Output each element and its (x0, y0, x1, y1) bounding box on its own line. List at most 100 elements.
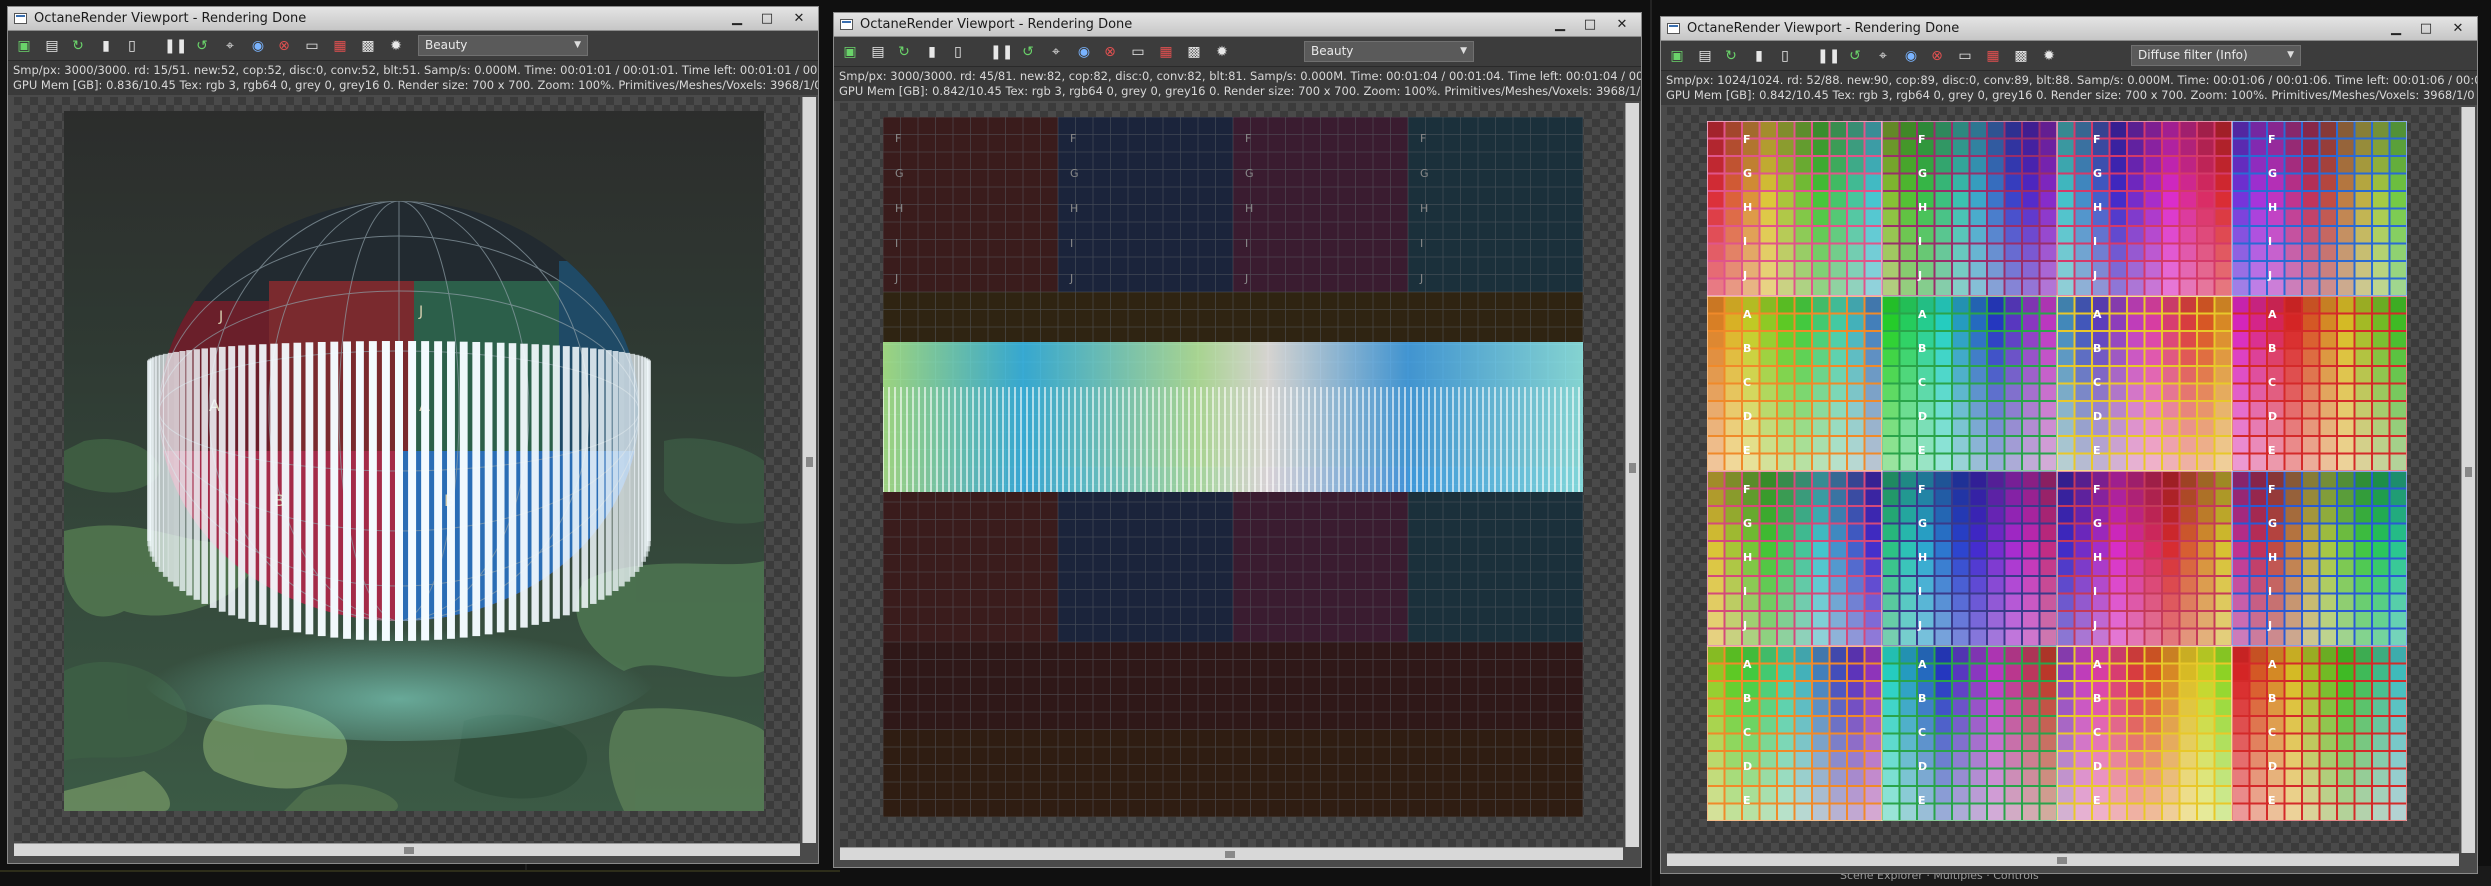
uv-cell (1813, 367, 1829, 383)
uv-cell (2320, 332, 2336, 348)
clay-mode-icon[interactable]: ⊗ (274, 36, 294, 56)
uv-cell (2303, 787, 2319, 803)
render-pass-select[interactable]: Beauty ▼ (418, 35, 588, 56)
render-region-icon[interactable]: ▣ (840, 42, 860, 62)
vertical-scrollbar[interactable] (802, 97, 816, 843)
octane-viewport-window-2[interactable]: OctaneRender Viewport - Rendering Done ▁… (833, 12, 1642, 868)
render-canvas[interactable]: FGHIJFGHIJFGHIJFGHIJABCDEABCDEABCDEABCDE… (1667, 107, 2459, 853)
tile-letter: D (1918, 410, 1927, 423)
scroll-thumb[interactable] (806, 457, 813, 467)
minimize-button[interactable]: ▁ (724, 10, 750, 26)
reload-icon[interactable]: ↺ (192, 36, 212, 56)
render-canvas[interactable]: FGHIJFGHIJFGHIJFGHIJ (840, 103, 1623, 847)
uv-cell (2198, 507, 2214, 523)
unlock-icon[interactable]: ▯ (948, 42, 968, 62)
focus-picker-icon[interactable]: ⌖ (1873, 46, 1893, 66)
uv-cell (2355, 244, 2371, 260)
uv-cell (1970, 787, 1986, 803)
settings-icon[interactable]: ▩ (2011, 46, 2031, 66)
film-region-icon[interactable]: ▦ (330, 36, 350, 56)
scroll-thumb[interactable] (2465, 467, 2472, 477)
unlock-icon[interactable]: ▯ (122, 36, 142, 56)
film-region-icon[interactable]: ▦ (1983, 46, 2003, 66)
minimize-button[interactable]: ▁ (1547, 16, 1573, 32)
titlebar[interactable]: OctaneRender Viewport - Rendering Done ▁… (8, 7, 818, 31)
scroll-thumb[interactable] (1225, 851, 1235, 858)
restart-icon[interactable]: ↻ (1721, 46, 1741, 66)
pause-icon[interactable]: ❚❚ (990, 42, 1013, 62)
uv-cell (1988, 279, 2004, 295)
save-icon[interactable]: ▤ (42, 36, 62, 56)
restart-icon[interactable]: ↻ (68, 36, 88, 56)
uv-cell (1848, 472, 1864, 488)
material-picker-icon[interactable]: ◉ (248, 36, 268, 56)
uv-cell (1760, 174, 1776, 190)
region-icon[interactable]: ▭ (302, 36, 322, 56)
clay-mode-icon[interactable]: ⊗ (1100, 42, 1120, 62)
lock-icon[interactable]: ▮ (922, 42, 942, 62)
gear-icon[interactable]: ✹ (1212, 42, 1232, 62)
tile-letter: F (895, 132, 901, 145)
gear-icon[interactable]: ✹ (2039, 46, 2059, 66)
horizontal-scrollbar[interactable] (840, 847, 1623, 860)
region-icon[interactable]: ▭ (1128, 42, 1148, 62)
region-icon[interactable]: ▭ (1955, 46, 1975, 66)
focus-picker-icon[interactable]: ⌖ (1046, 42, 1066, 62)
uv-cell (2390, 699, 2406, 715)
close-button[interactable]: ✕ (786, 10, 812, 26)
octane-viewport-window-1[interactable]: OctaneRender Viewport - Rendering Done ▁… (7, 6, 819, 864)
render-pass-select[interactable]: Beauty ▼ (1304, 41, 1474, 62)
close-button[interactable]: ✕ (1609, 16, 1635, 32)
save-icon[interactable]: ▤ (868, 42, 888, 62)
render-canvas[interactable]: J J A A B B (14, 97, 800, 843)
uv-cell (2128, 769, 2144, 785)
render-pass-select[interactable]: Diffuse filter (Info) ▼ (2131, 45, 2301, 66)
close-button[interactable]: ✕ (2445, 20, 2471, 36)
clay-mode-icon[interactable]: ⊗ (1927, 46, 1947, 66)
uv-cell (1813, 227, 1829, 243)
maximize-button[interactable]: □ (1577, 16, 1603, 32)
scroll-thumb[interactable] (1629, 463, 1636, 473)
pause-icon[interactable]: ❚❚ (1817, 46, 1840, 66)
render-region-icon[interactable]: ▣ (14, 36, 34, 56)
save-icon[interactable]: ▤ (1695, 46, 1715, 66)
uv-cell (1883, 594, 1899, 610)
lock-icon[interactable]: ▮ (1749, 46, 1769, 66)
uv-cell (2163, 367, 2179, 383)
uv-cell (1708, 279, 1724, 295)
octane-viewport-window-3[interactable]: OctaneRender Viewport - Rendering Done ▁… (1660, 16, 2478, 874)
focus-picker-icon[interactable]: ⌖ (220, 36, 240, 56)
vertical-scrollbar[interactable] (2461, 107, 2475, 853)
minimize-button[interactable]: ▁ (2383, 20, 2409, 36)
film-region-icon[interactable]: ▦ (1156, 42, 1176, 62)
reload-icon[interactable]: ↺ (1845, 46, 1865, 66)
vertical-scrollbar[interactable] (1625, 103, 1639, 847)
material-picker-icon[interactable]: ◉ (1901, 46, 1921, 66)
settings-icon[interactable]: ▩ (1184, 42, 1204, 62)
uv-cell (2320, 174, 2336, 190)
material-picker-icon[interactable]: ◉ (1074, 42, 1094, 62)
uv-cell (2198, 367, 2214, 383)
uv-cell (2215, 384, 2231, 400)
maximize-button[interactable]: □ (2413, 20, 2439, 36)
settings-icon[interactable]: ▩ (358, 36, 378, 56)
titlebar[interactable]: OctaneRender Viewport - Rendering Done ▁… (1661, 17, 2477, 41)
restart-icon[interactable]: ↻ (894, 42, 914, 62)
reload-icon[interactable]: ↺ (1018, 42, 1038, 62)
scroll-thumb[interactable] (2057, 857, 2067, 864)
horizontal-scrollbar[interactable] (14, 843, 800, 856)
maximize-button[interactable]: □ (754, 10, 780, 26)
uv-cell (2390, 349, 2406, 365)
render-region-icon[interactable]: ▣ (1667, 46, 1687, 66)
horizontal-scrollbar[interactable] (1667, 853, 2459, 866)
unlock-icon[interactable]: ▯ (1775, 46, 1795, 66)
uv-cell (2320, 524, 2336, 540)
scroll-thumb[interactable] (404, 847, 414, 854)
uv-cell (1813, 384, 1829, 400)
gear-icon[interactable]: ✹ (386, 36, 406, 56)
pause-icon[interactable]: ❚❚ (164, 36, 187, 56)
lock-icon[interactable]: ▮ (96, 36, 116, 56)
uv-cell (1970, 122, 1986, 138)
titlebar[interactable]: OctaneRender Viewport - Rendering Done ▁… (834, 13, 1641, 37)
uv-cell (1778, 227, 1794, 243)
